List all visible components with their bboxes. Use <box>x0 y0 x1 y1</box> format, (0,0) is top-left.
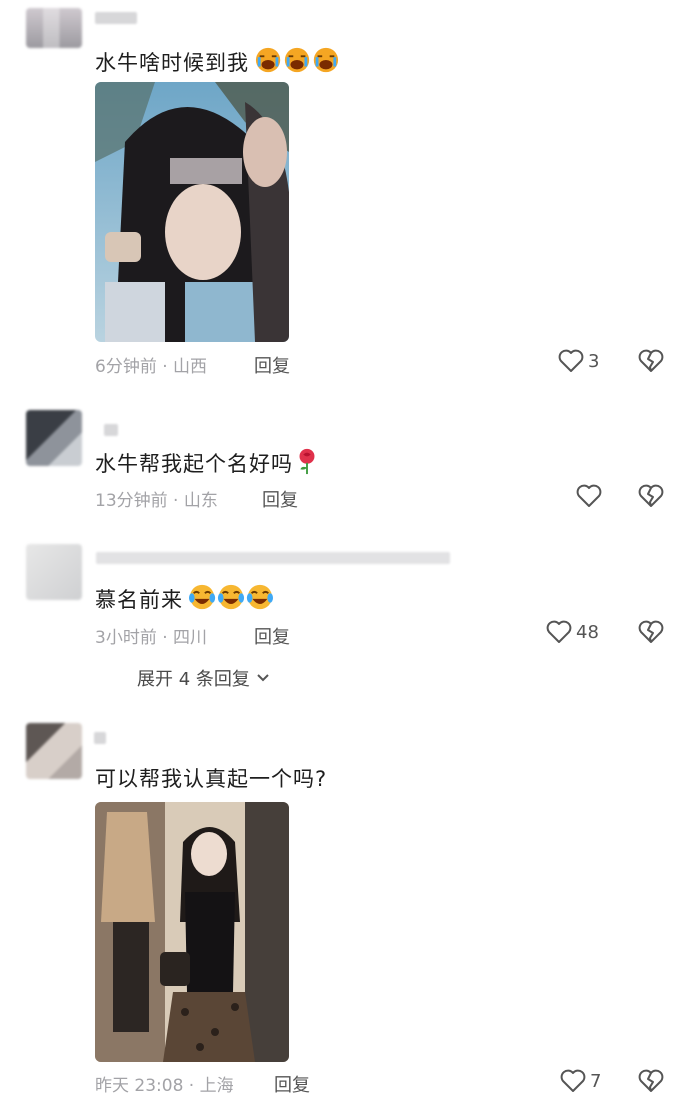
comment-text: 慕名前来 <box>95 583 277 614</box>
username[interactable] <box>104 424 118 436</box>
expand-replies-button[interactable]: 展开 4 条回复 <box>137 665 270 691</box>
reply-button[interactable]: 回复 <box>254 623 290 649</box>
expand-replies-label: 展开 4 条回复 <box>137 669 250 690</box>
heart-outline-icon <box>546 620 572 643</box>
comment-meta: 6分钟前 · 山西 <box>95 357 208 377</box>
avatar[interactable] <box>26 8 82 48</box>
avatar[interactable] <box>26 544 82 600</box>
like-count: 3 <box>588 350 600 372</box>
photo-image <box>95 802 289 1062</box>
heart-outline-icon <box>576 484 602 507</box>
broken-heart-icon[interactable] <box>638 1069 664 1093</box>
reply-button[interactable]: 回复 <box>274 1071 310 1097</box>
avatar[interactable] <box>26 410 82 466</box>
comment-text: 可以帮我认真起一个吗? <box>95 767 328 791</box>
broken-heart-icon[interactable] <box>638 620 664 644</box>
like-button[interactable] <box>576 484 602 508</box>
tears-of-joy-emoji <box>189 584 273 610</box>
reply-button[interactable]: 回复 <box>254 352 290 378</box>
like-count: 48 <box>576 621 599 643</box>
crying-face-emoji <box>255 47 339 73</box>
username[interactable] <box>95 12 137 24</box>
photo-image <box>95 82 289 342</box>
reply-button[interactable]: 回复 <box>262 486 298 512</box>
like-button[interactable]: 3 <box>558 349 599 373</box>
like-button[interactable]: 48 <box>546 620 599 644</box>
comment-meta: 13分钟前 · 山东 <box>95 491 218 511</box>
comment-text: 水牛啥时候到我 <box>95 46 343 77</box>
username[interactable] <box>96 552 450 564</box>
avatar[interactable] <box>26 723 82 779</box>
like-count: 7 <box>590 1070 602 1092</box>
comment-photo[interactable] <box>95 802 289 1062</box>
broken-heart-icon[interactable] <box>638 349 664 373</box>
broken-heart-icon[interactable] <box>638 484 664 508</box>
heart-outline-icon <box>558 349 584 372</box>
comment-meta: 3小时前 · 四川 <box>95 628 208 648</box>
rose-emoji <box>299 448 315 475</box>
comment-text: 水牛帮我起个名好吗 <box>95 447 319 478</box>
like-button[interactable]: 7 <box>560 1069 601 1093</box>
comment-photo[interactable] <box>95 82 289 342</box>
heart-outline-icon <box>560 1069 586 1092</box>
chevron-down-icon <box>257 674 269 682</box>
comment-meta: 昨天 23:08 · 上海 <box>95 1076 234 1096</box>
username[interactable] <box>94 732 106 744</box>
